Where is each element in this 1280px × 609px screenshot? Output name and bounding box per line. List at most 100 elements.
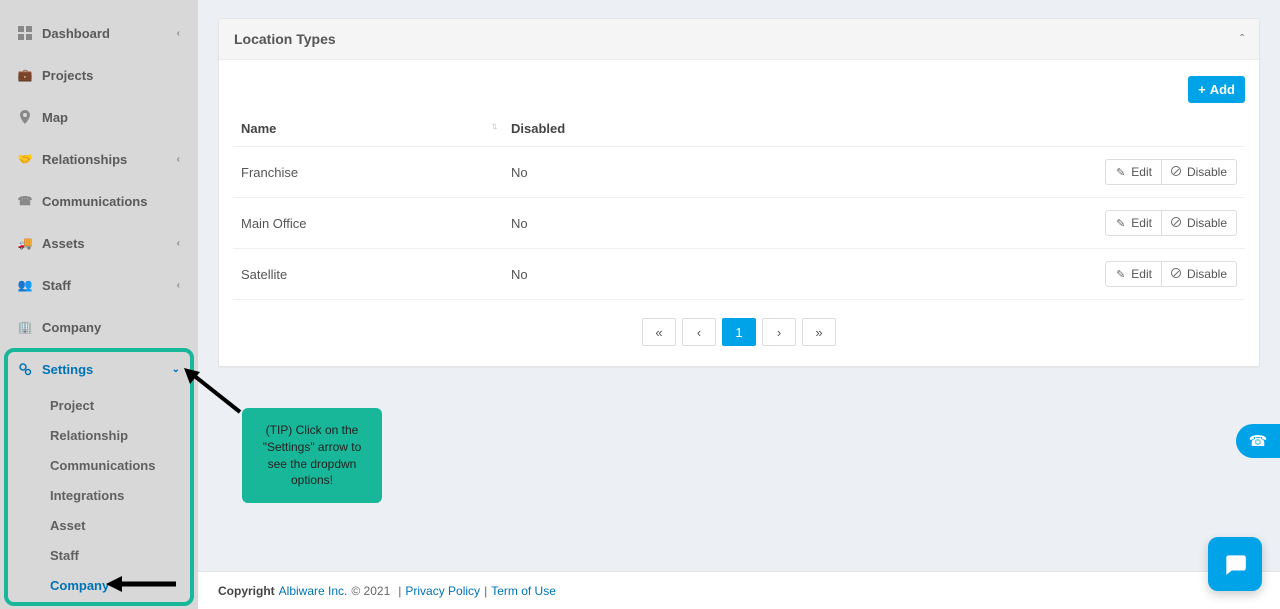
sidebar-subitem-label: Company (50, 578, 109, 593)
footer: Copyright Albiware Inc. © 2021 | Privacy… (198, 571, 1280, 609)
location-types-table: Name ↑↓ Disabled FranchiseNo ✎ Edit Disable… (233, 115, 1245, 300)
sidebar-item-label: Staff (42, 278, 177, 293)
sidebar-subitem-label: Integrations (50, 488, 124, 503)
column-disabled: Disabled (503, 115, 923, 147)
disable-button[interactable]: Disable (1162, 159, 1237, 185)
page-first[interactable]: « (642, 318, 676, 346)
sidebar-item-assets[interactable]: 🚚 Assets ‹ (0, 222, 198, 264)
edit-button[interactable]: ✎ Edit (1105, 261, 1162, 287)
page-next[interactable]: › (762, 318, 796, 346)
sidebar-item-communications[interactable]: ☎ Communications (0, 180, 198, 222)
pin-icon (18, 110, 32, 124)
column-name[interactable]: Name ↑↓ (233, 115, 503, 147)
sidebar-item-company[interactable]: 🏢 Company (0, 306, 198, 348)
phone-icon: ☎ (18, 194, 32, 208)
disable-icon (1171, 217, 1182, 230)
edit-label: Edit (1131, 216, 1152, 230)
truck-icon: 🚚 (18, 236, 32, 250)
sidebar-subitem-staff[interactable]: Staff (0, 540, 198, 570)
pagination: « ‹ 1 › » (233, 318, 1245, 346)
tip-text: (TIP) Click on the "Settings" arrow to s… (263, 423, 362, 487)
users-icon: 👥 (18, 278, 32, 292)
footer-terms-link[interactable]: Term of Use (491, 584, 556, 598)
sidebar-subitem-relationship[interactable]: Relationship (0, 420, 198, 450)
page-last[interactable]: » (802, 318, 836, 346)
sidebar-subitem-label: Staff (50, 548, 79, 563)
phone-icon: ☎ (1249, 432, 1268, 450)
sidebar-subitem-label: Communications (50, 458, 155, 473)
sidebar-item-label: Map (42, 110, 180, 125)
sidebar-item-staff[interactable]: 👥 Staff ‹ (0, 264, 198, 306)
cell-name: Franchise (233, 147, 503, 198)
footer-company-link[interactable]: Albiware Inc. (279, 584, 348, 598)
cell-disabled: No (503, 249, 923, 300)
table-row: FranchiseNo ✎ Edit Disable (233, 147, 1245, 198)
chevron-left-icon: ‹ (177, 28, 180, 39)
footer-privacy-link[interactable]: Privacy Policy (405, 584, 480, 598)
sidebar-subitem-label: Project (50, 398, 94, 413)
sort-icon: ↑↓ (491, 121, 495, 132)
edit-button[interactable]: ✎ Edit (1105, 159, 1162, 185)
sidebar-subitem-label: Asset (50, 518, 85, 533)
panel-header: Location Types ˆ (219, 19, 1259, 60)
table-row: SatelliteNo ✎ Edit Disable (233, 249, 1245, 300)
collapse-panel-icon[interactable]: ˆ (1240, 32, 1244, 46)
pencil-icon: ✎ (1115, 217, 1126, 230)
briefcase-icon: 💼 (18, 68, 32, 82)
floating-chat-button[interactable] (1208, 537, 1262, 591)
chevron-left-icon: ‹ (177, 280, 180, 291)
disable-button[interactable]: Disable (1162, 210, 1237, 236)
sidebar-subitem-project[interactable]: Project (0, 390, 198, 420)
sidebar: Dashboard ‹ 💼 Projects Map 🤝 Relationshi… (0, 0, 198, 609)
add-button-label: Add (1210, 82, 1235, 97)
page-current[interactable]: 1 (722, 318, 756, 346)
table-row: Main OfficeNo ✎ Edit Disable (233, 198, 1245, 249)
footer-year: © 2021 (351, 584, 390, 598)
disable-icon (1171, 166, 1182, 179)
edit-label: Edit (1131, 267, 1152, 281)
sidebar-item-settings[interactable]: Settings ⌄ (0, 348, 198, 390)
sidebar-subitem-integrations[interactable]: Integrations (0, 480, 198, 510)
sidebar-item-label: Relationships (42, 152, 177, 167)
sidebar-item-label: Projects (42, 68, 180, 83)
sidebar-item-map[interactable]: Map (0, 96, 198, 138)
cell-disabled: No (503, 198, 923, 249)
pencil-icon: ✎ (1115, 166, 1126, 179)
floating-phone-button[interactable]: ☎ (1236, 424, 1280, 458)
sidebar-item-label: Dashboard (42, 26, 177, 41)
pencil-icon: ✎ (1115, 268, 1126, 281)
disable-label: Disable (1187, 216, 1227, 230)
footer-copyright-label: Copyright (218, 584, 275, 598)
sidebar-item-label: Settings (42, 362, 172, 377)
sidebar-subitem-label: Relationship (50, 428, 128, 443)
tip-callout: (TIP) Click on the "Settings" arrow to s… (242, 408, 382, 503)
column-actions (923, 115, 1245, 147)
sidebar-subitem-company[interactable]: Company (0, 570, 198, 600)
sidebar-item-relationships[interactable]: 🤝 Relationships ‹ (0, 138, 198, 180)
building-icon: 🏢 (18, 320, 32, 334)
sidebar-item-label: Assets (42, 236, 177, 251)
cell-disabled: No (503, 147, 923, 198)
chevron-left-icon: ‹ (177, 238, 180, 249)
sidebar-item-projects[interactable]: 💼 Projects (0, 54, 198, 96)
chat-icon (1222, 551, 1248, 577)
gears-icon (18, 362, 32, 376)
cell-name: Main Office (233, 198, 503, 249)
plus-icon: + (1198, 82, 1206, 97)
disable-label: Disable (1187, 267, 1227, 281)
disable-button[interactable]: Disable (1162, 261, 1237, 287)
edit-label: Edit (1131, 165, 1152, 179)
sidebar-item-label: Communications (42, 194, 180, 209)
sidebar-subitem-communications[interactable]: Communications (0, 450, 198, 480)
panel-title: Location Types (234, 31, 336, 47)
sidebar-subitem-asset[interactable]: Asset (0, 510, 198, 540)
chevron-left-icon: ‹ (177, 154, 180, 165)
disable-icon (1171, 268, 1182, 281)
page-prev[interactable]: ‹ (682, 318, 716, 346)
sidebar-item-dashboard[interactable]: Dashboard ‹ (0, 12, 198, 54)
cell-name: Satellite (233, 249, 503, 300)
handshake-icon: 🤝 (18, 152, 32, 166)
panel-body: + Add Name ↑↓ Disabled (219, 60, 1259, 366)
edit-button[interactable]: ✎ Edit (1105, 210, 1162, 236)
add-button[interactable]: + Add (1188, 76, 1245, 103)
